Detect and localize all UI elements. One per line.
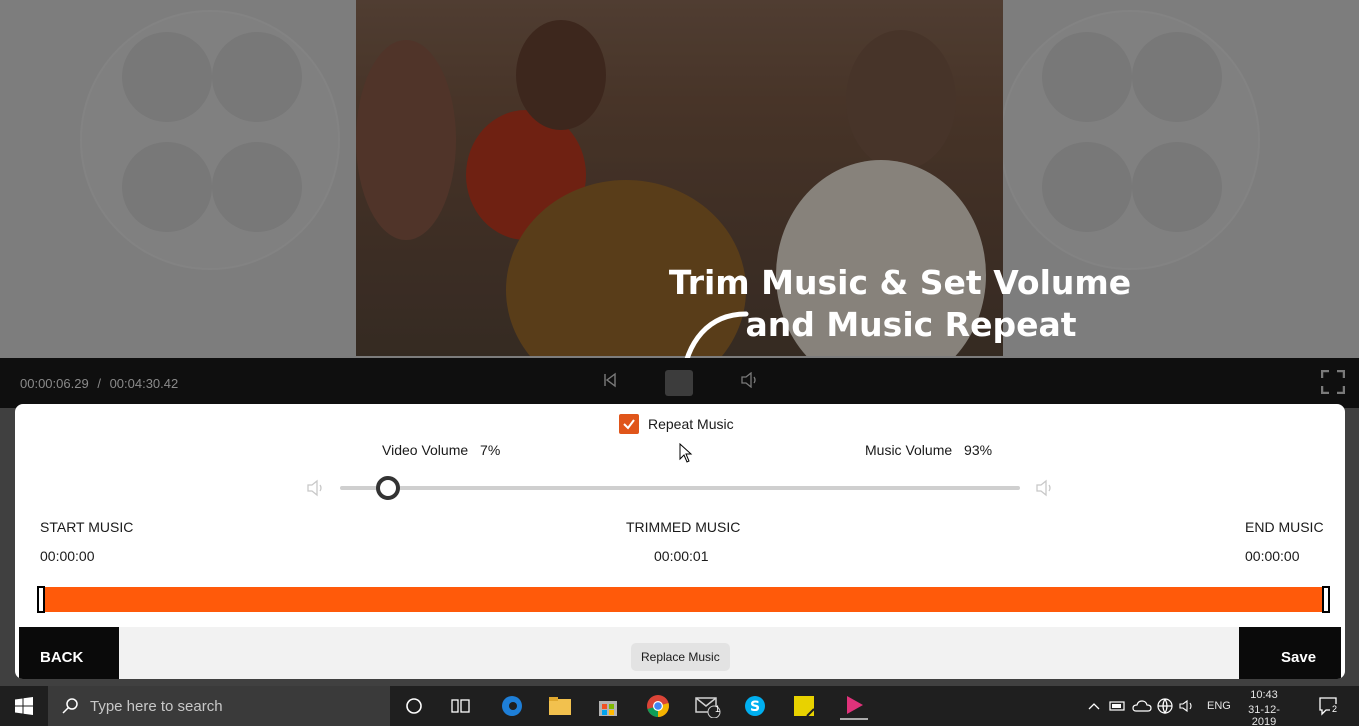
annotation-line1: Trim Music & Set Volume — [668, 263, 1132, 302]
chrome-icon[interactable] — [644, 692, 672, 720]
repeat-music-label: Repeat Music — [648, 416, 734, 432]
replace-music-button[interactable]: Replace Music — [631, 643, 730, 671]
volume-icon[interactable] — [740, 371, 760, 392]
start-music-label: START MUSIC — [40, 519, 134, 535]
start-button[interactable] — [0, 686, 48, 726]
fullscreen-icon[interactable] — [1320, 369, 1346, 395]
end-music-label: END MUSIC — [1245, 519, 1324, 535]
mouse-cursor-icon — [679, 443, 693, 463]
windows-taskbar: Type here to search 1 S ENG 10:43 31-12-… — [0, 686, 1359, 726]
sticky-notes-icon[interactable] — [790, 692, 818, 720]
clock-time: 10:43 — [1250, 689, 1278, 701]
notifications-icon[interactable]: 2 — [1314, 692, 1342, 720]
trimmed-music-label: TRIMMED MUSIC — [626, 519, 741, 535]
windows-logo-icon — [15, 697, 33, 715]
music-volume-value: 93% — [964, 442, 993, 458]
music-trim-bar[interactable] — [37, 586, 1330, 613]
search-placeholder: Type here to search — [90, 697, 223, 715]
total-time: 00:04:30.42 — [109, 376, 179, 391]
music-speaker-icon — [1036, 479, 1051, 497]
save-button[interactable]: Save — [1239, 627, 1341, 679]
edge-browser-icon[interactable] — [498, 692, 526, 720]
cortana-icon[interactable] — [400, 692, 428, 720]
video-editor-app-icon[interactable] — [840, 692, 868, 720]
trim-end-handle[interactable] — [1322, 586, 1330, 613]
repeat-music-toggle[interactable]: Repeat Music — [619, 414, 734, 434]
music-volume-label: Music Volume 93% — [865, 442, 993, 458]
language-indicator[interactable]: ENG — [1207, 700, 1231, 712]
file-explorer-icon[interactable] — [546, 692, 574, 720]
slider-thumb[interactable] — [375, 476, 400, 500]
time-separator: / — [97, 376, 101, 391]
check-icon — [623, 419, 635, 430]
video-volume-value: 7% — [480, 442, 501, 458]
store-icon[interactable] — [594, 692, 622, 720]
volume-balance-slider[interactable] — [340, 476, 1020, 500]
time-display: 00:00:06.29 / 00:04:30.42 — [20, 376, 178, 391]
skype-icon[interactable]: S — [741, 692, 769, 720]
panel-action-bar: BACK Replace Music Save — [19, 627, 1341, 679]
video-volume-label: Video Volume 7% — [382, 442, 501, 458]
end-music-time: 00:00:00 — [1245, 548, 1300, 564]
start-music-time: 00:00:00 — [40, 548, 95, 564]
taskbar-search[interactable]: Type here to search — [48, 686, 390, 726]
play-button[interactable] — [665, 370, 693, 396]
volume-tray-icon[interactable] — [1174, 692, 1202, 720]
back-button[interactable]: BACK — [19, 627, 119, 679]
mail-badge: 1 — [715, 704, 721, 714]
mail-icon[interactable]: 1 — [694, 692, 722, 720]
trimmed-music-time: 00:00:01 — [654, 548, 709, 564]
trim-start-handle[interactable] — [37, 586, 45, 613]
task-view-icon[interactable] — [447, 692, 475, 720]
notification-count: 2 — [1330, 704, 1340, 714]
video-speaker-icon — [307, 479, 322, 497]
clock-date: 31-12-2019 — [1248, 704, 1280, 726]
player-controls: 00:00:06.29 / 00:04:30.42 — [0, 358, 1359, 408]
repeat-checkbox[interactable] — [619, 414, 639, 434]
current-time: 00:00:06.29 — [20, 376, 89, 391]
skip-back-icon[interactable] — [602, 372, 618, 392]
svg-text:S: S — [750, 699, 760, 715]
search-icon — [62, 698, 78, 714]
clock[interactable]: 10:43 31-12-2019 — [1240, 689, 1288, 726]
